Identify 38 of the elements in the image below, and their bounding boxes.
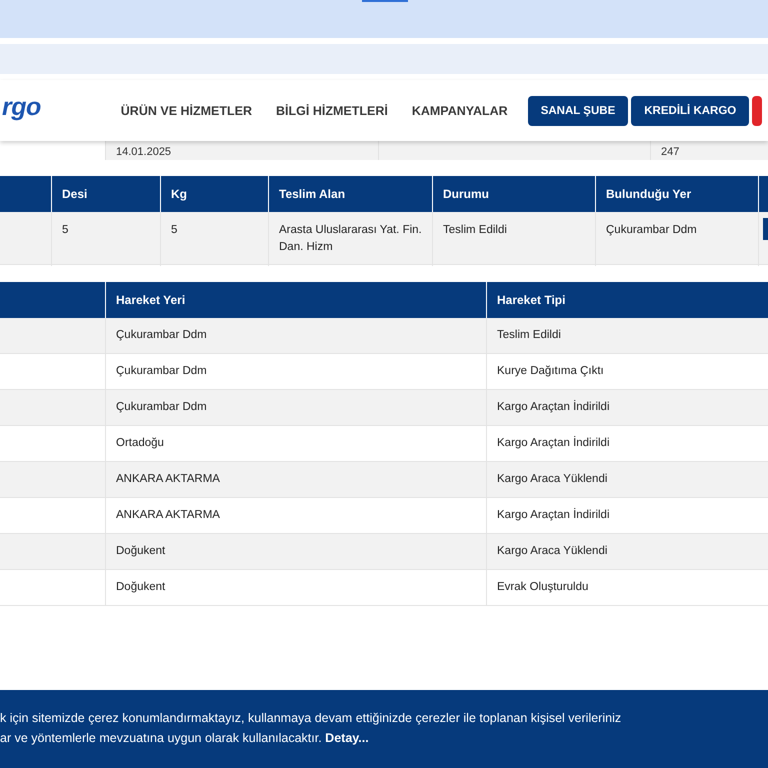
table-cell-text: Çukurambar Ddm — [116, 328, 207, 343]
cookie-text: k için sitemizde çerez konumlandırmaktayız, kullanmaya devam ettiğinizde çerezler ile toplanan kişisel verileriniz — [0, 710, 622, 726]
column-header: Teslim Alan — [279, 187, 346, 201]
nav-link[interactable]: BİLGİ HİZMETLERİ — [276, 104, 388, 118]
table-cell: 14.01.2025 — [116, 145, 172, 160]
nav-button[interactable]: KREDİLİ KARGO — [631, 96, 750, 126]
table-cell-text: Kurye Dağıtıma Çıktı — [497, 364, 604, 379]
table-cell-text: Kargo Araca Yüklendi — [497, 472, 608, 487]
column-header: Bulunduğu Yer — [606, 187, 692, 201]
table-cell-text: ANKARA AKTARMA — [116, 508, 220, 523]
nav-link[interactable]: ÜRÜN VE HİZMETLER — [120, 104, 252, 118]
table-cell-text: ANKARA AKTARMA — [116, 472, 220, 487]
table-cell-text: Kargo Araca Yüklendi — [497, 544, 608, 559]
column-header: Hareket Tipi — [497, 293, 566, 307]
table-cell-text: Doğukent — [116, 544, 166, 559]
table-cell-text: Çukurambar Ddm — [116, 400, 207, 415]
table-cell-text: Kargo Araçtan İndirildi — [497, 435, 610, 451]
table-cell-text: Teslim Edildi — [497, 328, 561, 343]
table-cell-text: Kargo Araçtan İndirildi — [497, 399, 610, 415]
table-cell-text: Çukurambar Ddm — [116, 364, 207, 379]
nav-link[interactable]: KAMPANYALAR — [412, 104, 508, 118]
table-cell-text: Kargo Araçtan İndirildi — [497, 507, 610, 523]
table-cell: Teslim Edildi — [443, 224, 507, 236]
column-header: Hareket Yeri — [116, 293, 186, 307]
nav-button[interactable]: SANAL ŞUBE — [528, 96, 628, 126]
cookie-text: ar ve yöntemlerle mevzuatına uygun olarak kullanılacaktır. Detay... — [0, 730, 370, 746]
logo[interactable]: rgo — [0, 93, 43, 122]
table-cell: 5 — [62, 224, 68, 236]
table-cell: 5 — [171, 224, 178, 236]
table-cell: 247 — [661, 145, 680, 160]
table-cell: Çukurambar Ddm — [606, 224, 697, 236]
table-cell-text: Evrak Oluşturuldu — [497, 580, 588, 595]
table-cell-text: Ortadoğu — [116, 436, 164, 451]
column-header: Durumu — [443, 187, 489, 201]
column-header: Desi — [62, 187, 88, 201]
column-header: Kg — [171, 187, 187, 201]
table-cell-text: Doğukent — [116, 580, 166, 595]
table-cell: Arasta Uluslararası Yat. Fin. Dan. Hizm — [279, 224, 422, 253]
